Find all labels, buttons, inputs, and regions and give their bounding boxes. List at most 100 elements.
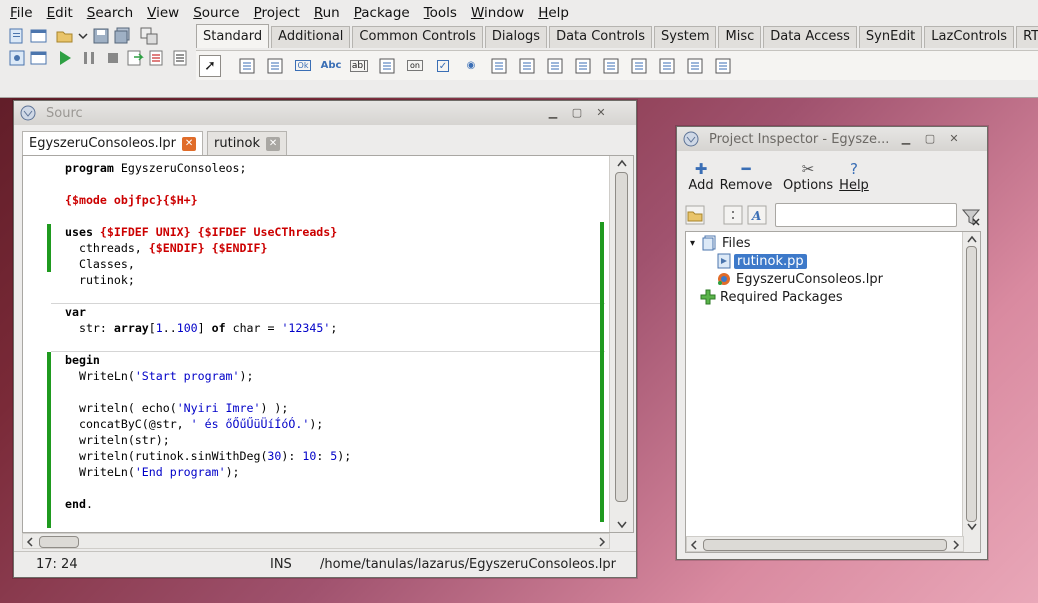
new-unit-icon[interactable] bbox=[8, 27, 26, 45]
save-all-icon[interactable] bbox=[114, 27, 132, 45]
source-editor-titlebar[interactable]: Sourc ▁ ▢ ✕ bbox=[14, 101, 636, 125]
palette-tcombobox-icon[interactable] bbox=[516, 55, 538, 77]
menu-edit[interactable]: Edit bbox=[41, 2, 79, 24]
menu-run[interactable]: Run bbox=[308, 2, 346, 24]
close-button[interactable]: ✕ bbox=[945, 130, 963, 146]
step-into-icon[interactable] bbox=[126, 49, 144, 67]
tree-node-file[interactable]: rutinok.pp bbox=[716, 252, 807, 270]
step-out-icon[interactable] bbox=[170, 49, 188, 67]
palette-tmemo-icon[interactable] bbox=[376, 55, 398, 77]
menu-package[interactable]: Package bbox=[348, 2, 416, 24]
scroll-down-icon[interactable] bbox=[616, 520, 628, 530]
menu-project[interactable]: Project bbox=[248, 2, 306, 24]
alphabetic-sort-icon[interactable]: A bbox=[747, 205, 767, 225]
stop-icon[interactable] bbox=[104, 49, 122, 67]
code-line[interactable]: writeln(str); bbox=[65, 432, 605, 448]
code-line[interactable]: str: array[1..100] of char = '12345'; bbox=[65, 320, 605, 336]
help-button[interactable]: ? Help bbox=[837, 160, 871, 193]
palette-tab-data-access[interactable]: Data Access bbox=[763, 26, 857, 48]
palette-tactionlist-icon[interactable] bbox=[712, 55, 734, 77]
palette-ttogglebox-icon[interactable]: on bbox=[404, 55, 426, 77]
code-line[interactable]: cthreads, {$ENDIF} {$ENDIF} bbox=[65, 240, 605, 256]
palette-tmainmenu-icon[interactable] bbox=[236, 55, 258, 77]
palette-tcheckgroup-icon[interactable] bbox=[628, 55, 650, 77]
minimize-button[interactable]: ▁ bbox=[897, 130, 915, 146]
palette-pointer-icon[interactable]: ➚ bbox=[199, 54, 221, 77]
scroll-left-icon[interactable] bbox=[689, 539, 699, 551]
scroll-up-icon[interactable] bbox=[966, 234, 978, 244]
palette-tpopupmenu-icon[interactable] bbox=[264, 55, 286, 77]
menu-file[interactable]: File bbox=[4, 2, 39, 24]
add-button[interactable]: ✚ Add bbox=[685, 160, 717, 193]
horizontal-scrollbar[interactable] bbox=[22, 533, 610, 549]
palette-tab-common-controls[interactable]: Common Controls bbox=[352, 26, 483, 48]
palette-tab-misc[interactable]: Misc bbox=[718, 26, 762, 48]
scroll-right-icon[interactable] bbox=[951, 539, 961, 551]
palette-tab-dialogs[interactable]: Dialogs bbox=[484, 26, 548, 48]
tree-node-files[interactable]: ▾ Files bbox=[690, 234, 751, 252]
editor-tab[interactable]: EgyszeruConsoleos.lpr ✕ bbox=[22, 131, 204, 155]
chevron-down-icon[interactable]: ▾ bbox=[690, 238, 702, 249]
palette-tcheckbox-icon[interactable]: ✓ bbox=[432, 55, 454, 77]
tree-horizontal-scrollbar[interactable] bbox=[686, 536, 964, 552]
menu-help[interactable]: Help bbox=[532, 2, 575, 24]
editor-tab[interactable]: rutinok ✕ bbox=[207, 131, 288, 155]
tree-vertical-scrollbar[interactable] bbox=[962, 232, 980, 552]
palette-tab-rtti[interactable]: RTTI bbox=[1016, 26, 1038, 48]
palette-tframe-icon[interactable] bbox=[684, 55, 706, 77]
code-line[interactable]: concatByC(@str, ' és őŐűŰüÜíÍóÓ.'); bbox=[65, 416, 605, 432]
chevron-down-icon[interactable] bbox=[74, 27, 92, 45]
menu-source[interactable]: Source bbox=[187, 2, 245, 24]
palette-tlistbox-icon[interactable] bbox=[488, 55, 510, 77]
code-line[interactable]: var bbox=[65, 304, 605, 320]
code-line[interactable]: program EgyszeruConsoleos; bbox=[65, 160, 605, 176]
open-icon[interactable] bbox=[56, 27, 74, 45]
view-units-icon[interactable] bbox=[8, 49, 26, 67]
maximize-button[interactable]: ▢ bbox=[921, 130, 939, 146]
options-button[interactable]: ✂ Options bbox=[783, 160, 833, 193]
palette-tpanel-icon[interactable] bbox=[656, 55, 678, 77]
run-icon[interactable] bbox=[56, 49, 74, 67]
remove-button[interactable]: ━ Remove bbox=[719, 160, 773, 193]
scroll-right-icon[interactable] bbox=[597, 536, 607, 548]
open-folder-icon[interactable] bbox=[685, 205, 705, 225]
tree-node-file[interactable]: EgyszeruConsoleos.lpr bbox=[716, 270, 883, 288]
code-line[interactable]: uses {$IFDEF UNIX} {$IFDEF UseCThreads} bbox=[65, 224, 605, 240]
scroll-down-icon[interactable] bbox=[966, 522, 978, 532]
tree-node-required-packages[interactable]: Required Packages bbox=[700, 288, 843, 306]
scroll-up-icon[interactable] bbox=[616, 158, 628, 168]
tree-scroll-thumb[interactable] bbox=[966, 246, 977, 522]
code-line[interactable] bbox=[65, 208, 605, 224]
palette-tab-lazcontrols[interactable]: LazControls bbox=[924, 26, 1015, 48]
palette-tradiogroup-icon[interactable] bbox=[600, 55, 622, 77]
palette-tlabel-icon[interactable]: Abc bbox=[320, 55, 342, 77]
menu-window[interactable]: Window bbox=[465, 2, 530, 24]
vertical-scroll-thumb[interactable] bbox=[615, 172, 628, 502]
close-button[interactable]: ✕ bbox=[592, 104, 610, 120]
palette-tab-additional[interactable]: Additional bbox=[271, 26, 351, 48]
code-line[interactable]: WriteLn('Start program'); bbox=[65, 368, 605, 384]
palette-tab-standard[interactable]: Standard bbox=[196, 24, 270, 48]
code-line[interactable]: Classes, bbox=[65, 256, 605, 272]
code-line[interactable] bbox=[65, 288, 605, 304]
pause-icon[interactable] bbox=[80, 49, 98, 67]
save-icon[interactable] bbox=[92, 27, 110, 45]
vertical-scrollbar[interactable] bbox=[609, 156, 633, 532]
palette-tedit-icon[interactable]: ab| bbox=[348, 55, 370, 77]
code-line[interactable] bbox=[65, 176, 605, 192]
palette-tscrollbar-icon[interactable] bbox=[544, 55, 566, 77]
palette-tradiobutton-icon[interactable]: ◉ bbox=[460, 55, 482, 77]
palette-tab-synedit[interactable]: SynEdit bbox=[858, 26, 923, 48]
menu-tools[interactable]: Tools bbox=[418, 2, 463, 24]
code-line[interactable]: writeln( echo('Nyiri Imre') ); bbox=[65, 400, 605, 416]
toggle-form-icon[interactable] bbox=[140, 27, 158, 45]
maximize-button[interactable]: ▢ bbox=[568, 104, 586, 120]
code-line[interactable]: {$mode objfpc}{$H+} bbox=[65, 192, 605, 208]
palette-tab-system[interactable]: System bbox=[654, 26, 717, 48]
palette-tab-data-controls[interactable]: Data Controls bbox=[549, 26, 652, 48]
new-form-icon[interactable] bbox=[30, 27, 48, 45]
sort-icon[interactable] bbox=[723, 205, 743, 225]
menu-search[interactable]: Search bbox=[81, 2, 139, 24]
close-tab-icon[interactable]: ✕ bbox=[182, 136, 197, 151]
view-forms-icon[interactable] bbox=[30, 49, 48, 67]
